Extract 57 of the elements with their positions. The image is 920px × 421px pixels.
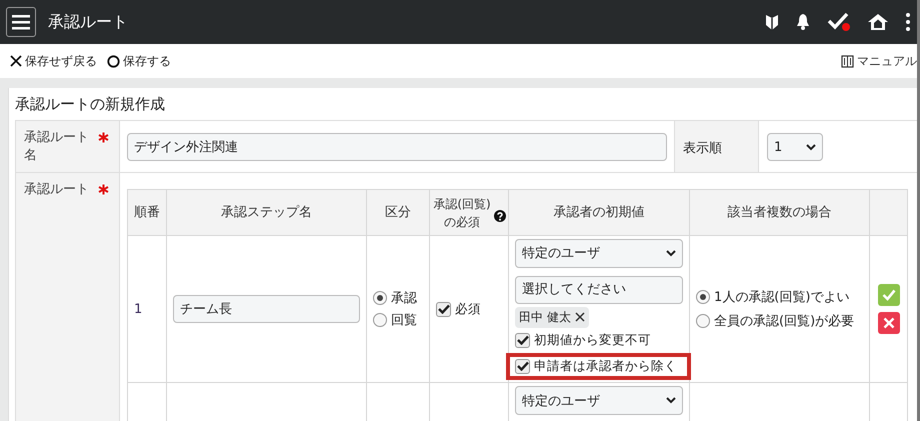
bell-icon[interactable] — [795, 13, 811, 31]
checkmark-icon — [438, 304, 450, 314]
manual-link[interactable]: マニュアル — [841, 52, 917, 70]
menu-button[interactable] — [6, 7, 36, 37]
remove-icon[interactable] — [574, 312, 585, 322]
close-icon — [882, 317, 894, 329]
checkbox[interactable] — [515, 358, 530, 374]
form-title: 承認ルートの新規作成 — [15, 94, 166, 115]
check-badge-icon[interactable] — [827, 12, 851, 32]
column-header: 順番 — [134, 205, 160, 220]
circle-icon — [107, 54, 120, 68]
chevron-down-icon — [666, 250, 676, 256]
column-header: 承認ステップ名 — [221, 205, 312, 220]
column-header: 該当者複数の場合 — [728, 205, 832, 220]
checkbox-label: 初期値から変更不可 — [534, 332, 651, 348]
checkbox[interactable] — [436, 302, 451, 316]
table-cell: 1 — [134, 302, 142, 316]
toolbar-button[interactable]: 保存せず戻る — [10, 52, 97, 70]
page-title: 承認ルート — [48, 12, 129, 32]
column-header: 承認(回覧)の必須 — [432, 196, 492, 230]
checkbox-label: 必須 — [455, 300, 481, 318]
more-icon[interactable] — [905, 12, 911, 32]
user-chip[interactable]: 田中 健太 — [515, 306, 589, 328]
delete-button[interactable] — [878, 312, 900, 334]
checkbox[interactable] — [515, 332, 530, 348]
radio-button[interactable] — [696, 314, 710, 328]
chevron-down-icon — [666, 397, 676, 404]
checkmark-icon — [516, 335, 528, 345]
checkmark-icon — [516, 361, 528, 371]
toolbar-button[interactable]: 保存する — [107, 52, 171, 70]
radio-label: 承認 — [391, 290, 417, 307]
dropdown[interactable]: 1 — [767, 133, 823, 161]
radio-label: 全員の承認(回覧)が必要 — [714, 313, 854, 330]
radio-label: 1人の承認(回覧)でよい — [714, 289, 850, 306]
text-field[interactable]: チーム長 — [173, 295, 360, 323]
book-icon — [841, 54, 854, 68]
checkbox-label: 申請者は承認者から除く — [534, 358, 677, 374]
field-label: 承認ルート — [24, 181, 90, 199]
text-field[interactable]: デザイン外注関連 — [127, 133, 667, 161]
radio-button[interactable] — [373, 313, 387, 327]
shield-icon[interactable] — [765, 13, 779, 31]
dropdown[interactable]: 特定のユーザ — [515, 386, 683, 415]
chevron-down-icon — [806, 144, 816, 150]
menu-icon — [12, 14, 30, 30]
radio-button[interactable] — [373, 291, 387, 305]
column-header: 承認者の初期値 — [554, 205, 644, 220]
field-label: 承認ルート名 — [24, 129, 90, 165]
checkmark-icon — [882, 289, 896, 301]
help-icon[interactable] — [494, 210, 506, 222]
search-field[interactable]: 選択してください — [515, 276, 683, 304]
field-label: 表示順 — [683, 141, 722, 156]
radio-label: 回覧 — [391, 312, 417, 329]
close-icon — [10, 55, 22, 67]
dropdown[interactable]: 特定のユーザ — [515, 238, 683, 268]
radio-button[interactable] — [696, 290, 710, 304]
home-icon[interactable] — [867, 13, 889, 31]
column-header: 区分 — [385, 205, 411, 220]
